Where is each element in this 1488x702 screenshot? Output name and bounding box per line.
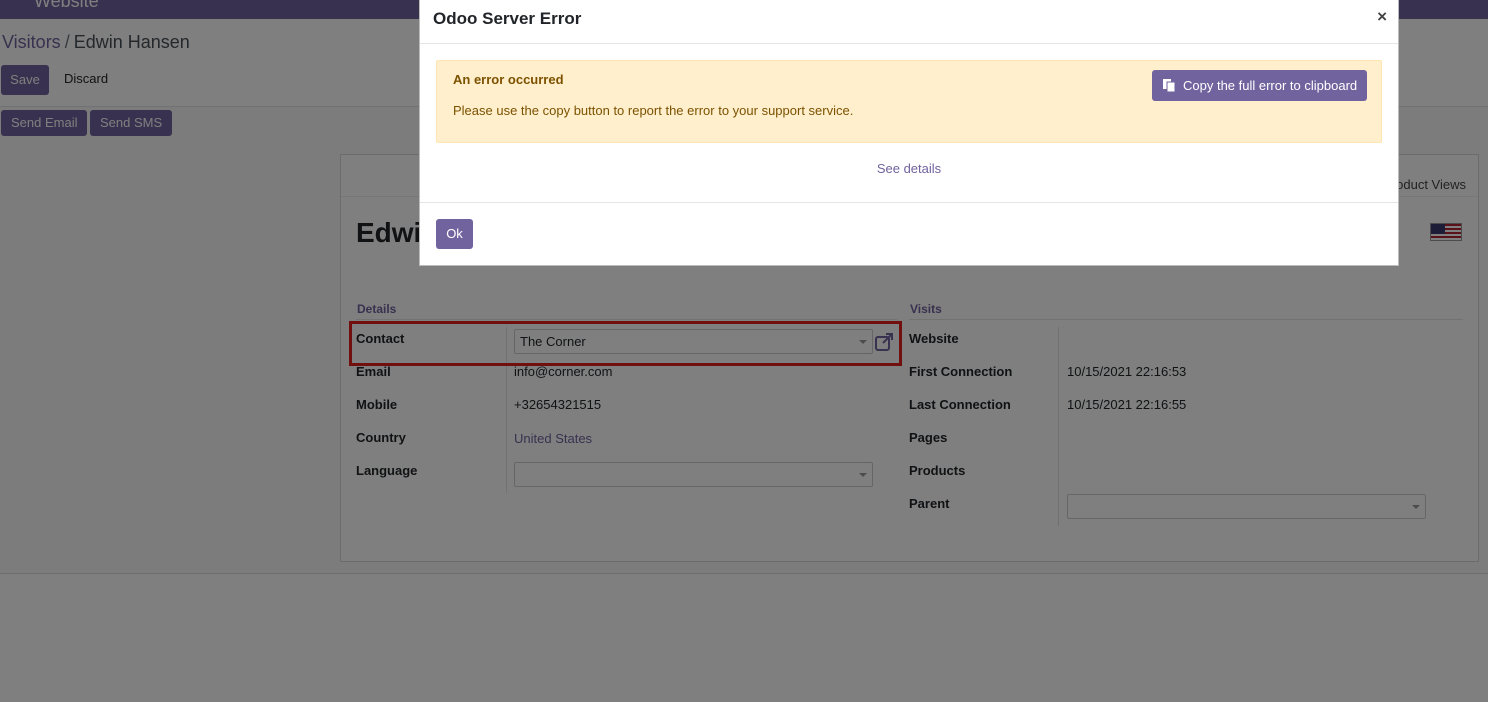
see-details-link[interactable]: See details (420, 161, 1398, 176)
ok-button[interactable]: Ok (436, 219, 473, 249)
server-error-dialog: Odoo Server Error × An error occurred Pl… (419, 0, 1399, 266)
alert-message: Please use the copy button to report the… (453, 103, 854, 118)
alert-title: An error occurred (453, 72, 564, 87)
copy-error-label: Copy the full error to clipboard (1183, 78, 1358, 93)
dialog-header: Odoo Server Error × (420, 0, 1398, 44)
error-alert: An error occurred Please use the copy bu… (436, 60, 1382, 143)
copy-error-button[interactable]: Copy the full error to clipboard (1152, 70, 1367, 101)
copy-icon (1163, 79, 1176, 92)
dialog-title: Odoo Server Error (433, 9, 582, 28)
close-icon[interactable]: × (1377, 7, 1387, 27)
dialog-footer-divider (420, 202, 1398, 203)
